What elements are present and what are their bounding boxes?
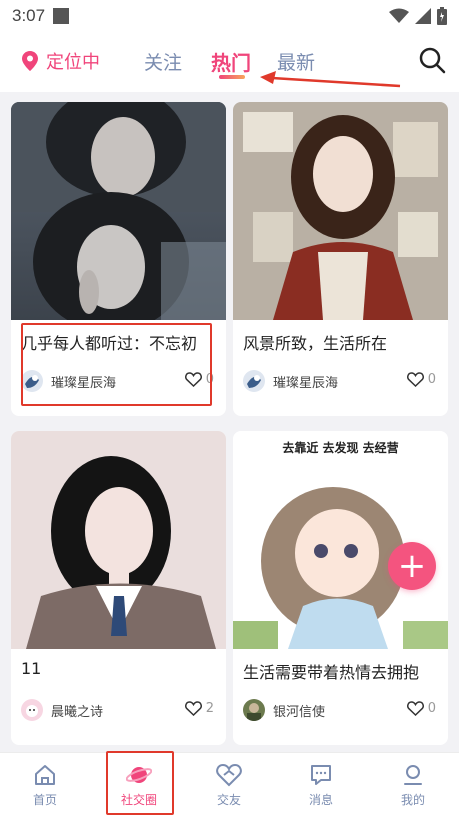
active-tab-indicator	[219, 75, 245, 79]
post-author[interactable]: 璀璨星辰海	[243, 370, 338, 392]
heart-icon	[216, 763, 242, 786]
post-image	[11, 102, 226, 320]
tab-follow[interactable]: 关注	[144, 48, 182, 75]
location-button[interactable]: 定位中	[22, 48, 100, 74]
nav-label: 交友	[216, 792, 241, 807]
nav-label: 消息	[308, 792, 333, 807]
wifi-icon	[389, 8, 409, 23]
author-name: 璀璨星辰海	[273, 375, 339, 391]
nav-messages[interactable]: 消息	[286, 753, 356, 816]
status-icons	[389, 7, 447, 25]
author-name: 晨曦之诗	[51, 704, 104, 720]
nav-home[interactable]: 首页	[10, 753, 80, 816]
search-icon	[419, 47, 446, 74]
like-button[interactable]: 2	[184, 701, 214, 716]
bottom-nav: 首页 社交圈 交友 消息 我的	[0, 751, 459, 816]
like-count: 2	[205, 701, 214, 716]
nav-profile[interactable]: 我的	[378, 753, 448, 816]
post-image	[233, 102, 448, 320]
avatar	[243, 370, 265, 392]
battery-icon	[437, 7, 447, 25]
top-nav: 定位中 关注 热门 最新	[0, 32, 459, 92]
post-card[interactable]: 11 晨曦之诗 2	[11, 431, 226, 745]
status-time: 3:07	[12, 6, 46, 25]
status-bar: 3:07	[0, 0, 459, 32]
avatar	[21, 699, 43, 721]
post-author[interactable]: 晨曦之诗	[21, 699, 103, 721]
nav-label: 我的	[400, 792, 425, 807]
post-title: 11	[21, 659, 42, 678]
author-name: 银河信使	[273, 704, 326, 720]
signal-icon	[415, 8, 431, 24]
post-image: 去靠近 去发现 去经营	[233, 431, 448, 649]
heart-icon	[406, 701, 424, 716]
heart-icon	[406, 372, 424, 387]
heart-icon	[184, 701, 202, 716]
message-icon	[311, 764, 331, 785]
location-label: 定位中	[46, 52, 100, 73]
like-button[interactable]: 0	[406, 701, 436, 716]
post-feed: 几乎每人都听过：不忘初 璀璨星辰海 0 风景所致，生活所在 璀璨星辰海 0 11…	[0, 92, 459, 752]
post-title: 风景所致，生活所在	[243, 334, 388, 353]
notification-icon	[53, 8, 70, 24]
nav-dating[interactable]: 交友	[194, 753, 264, 816]
location-pin-icon	[22, 51, 38, 71]
post-image	[11, 431, 226, 649]
image-caption: 去靠近 去发现 去经营	[282, 441, 399, 455]
search-button[interactable]	[418, 46, 446, 78]
post-title: 生活需要带着热情去拥抱	[243, 663, 420, 682]
post-card[interactable]: 风景所致，生活所在 璀璨星辰海 0	[233, 102, 448, 416]
post-author[interactable]: 银河信使	[243, 699, 325, 721]
like-count: 0	[427, 701, 436, 716]
avatar	[243, 699, 265, 721]
like-button[interactable]: 0	[406, 372, 436, 387]
home-icon	[35, 764, 55, 785]
user-icon	[404, 764, 422, 785]
annotation-arrow	[260, 71, 401, 88]
create-post-button[interactable]: +	[388, 542, 436, 590]
like-count: 0	[427, 372, 436, 387]
annotation-box	[21, 323, 212, 406]
tab-hot[interactable]: 热门	[211, 47, 251, 76]
annotation-box	[106, 751, 174, 815]
nav-label: 首页	[32, 792, 57, 807]
